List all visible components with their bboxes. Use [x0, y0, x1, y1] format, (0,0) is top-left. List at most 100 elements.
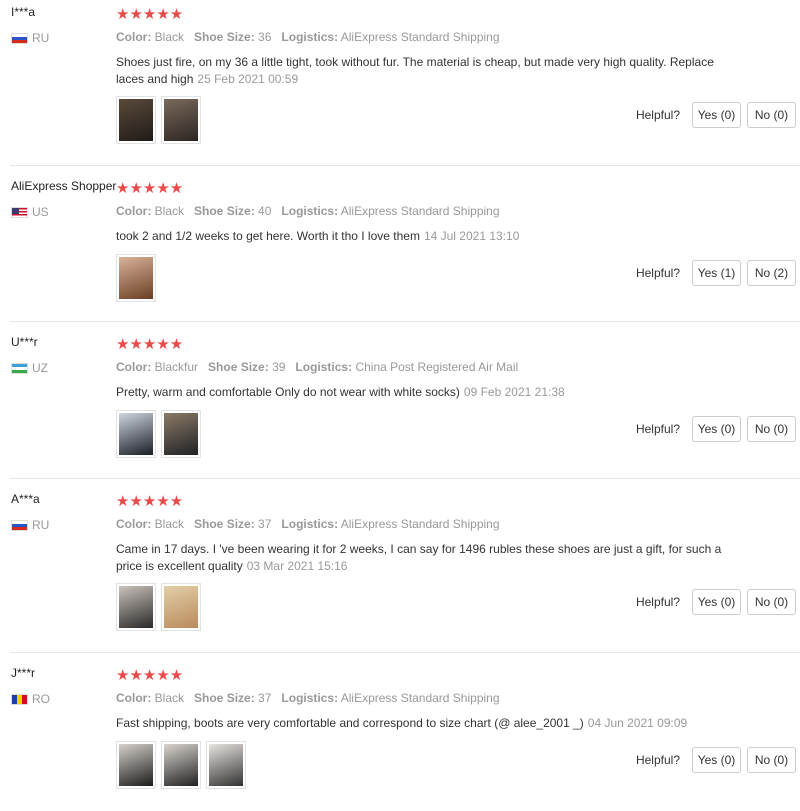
attr-label-logistics: Logistics: — [281, 30, 339, 44]
star-rating: ★★★★★ — [116, 667, 184, 684]
review-photos — [116, 254, 156, 302]
flag-icon — [11, 32, 28, 44]
review-item: AliExpress Shopper US ★★★★★ Color: Black Sho… — [0, 174, 800, 324]
review-photos — [116, 410, 201, 458]
helpful-yes-button[interactable]: Yes (0) — [692, 102, 741, 128]
attr-value-color: Black — [154, 204, 185, 218]
reviewer-name: J***r — [11, 666, 36, 680]
product-attributes: Color: Black Shoe Size: 40 Logistics: AliE… — [116, 204, 510, 218]
country-code: RU — [32, 518, 50, 532]
attr-label-color: Color: — [116, 691, 152, 705]
review-date: 14 Jul 2021 13:10 — [423, 229, 520, 243]
helpful-controls: Helpful? Yes (0) No (0) — [636, 416, 796, 442]
country-code: RU — [32, 31, 50, 45]
reviewer-name: AliExpress Shopper — [11, 179, 117, 193]
review-text: Pretty, warm and comfortable Only do not… — [116, 384, 726, 401]
review-item: J***r RO ★★★★★ Color: Black Shoe Size: 37 Log… — [0, 661, 800, 811]
attr-label-logistics: Logistics: — [281, 691, 339, 705]
boot-photo-thumbnail[interactable] — [116, 96, 156, 144]
helpful-label: Helpful? — [635, 266, 680, 280]
product-attributes: Color: Black Shoe Size: 36 Logistics: AliE… — [116, 30, 510, 44]
attr-value-logistics: China Post Registered Air Mail — [355, 360, 519, 374]
review-text: Came in 17 days. I 've been wearing it f… — [116, 541, 726, 575]
country-code: RO — [32, 692, 50, 706]
flag-icon — [11, 519, 28, 531]
helpful-controls: Helpful? Yes (0) No (0) — [636, 747, 796, 773]
attr-label-logistics: Logistics: — [281, 517, 339, 531]
star-rating: ★★★★★ — [116, 6, 184, 23]
review-photos — [116, 583, 201, 631]
review-body: Pretty, warm and comfortable Only do not… — [116, 385, 460, 399]
helpful-label: Helpful? — [635, 108, 680, 122]
selfie-photo-thumbnail[interactable] — [116, 254, 156, 302]
attr-value-color: Black — [154, 517, 185, 531]
boot-photo-thumbnail[interactable] — [161, 96, 201, 144]
boot-photo-thumbnail[interactable] — [206, 741, 246, 789]
helpful-yes-button[interactable]: Yes (0) — [692, 416, 741, 442]
helpful-yes-button[interactable]: Yes (0) — [692, 747, 741, 773]
attr-value-color: Blackfur — [154, 360, 199, 374]
attr-label-shoe-size: Shoe Size: — [208, 360, 269, 374]
boot-photo-thumbnail[interactable] — [116, 410, 156, 458]
attr-label-logistics: Logistics: — [281, 204, 339, 218]
review-body: Fast shipping, boots are very comfortabl… — [116, 716, 584, 730]
attr-label-shoe-size: Shoe Size: — [194, 517, 255, 531]
helpful-controls: Helpful? Yes (0) No (0) — [636, 589, 796, 615]
review-item: A***a RU ★★★★★ Color: Black Shoe Size: 37 Log… — [0, 487, 800, 637]
boot-photo-thumbnail[interactable] — [116, 583, 156, 631]
product-attributes: Color: Black Shoe Size: 37 Logistics: AliE… — [116, 517, 510, 531]
review-item: I***a RU ★★★★★ Color: Black Shoe Size: 36 Log… — [0, 0, 800, 150]
helpful-no-button[interactable]: No (0) — [747, 589, 796, 615]
review-divider — [10, 652, 800, 653]
helpful-yes-button[interactable]: Yes (1) — [692, 260, 741, 286]
country-code: UZ — [32, 361, 48, 375]
review-divider — [10, 165, 800, 166]
attr-value-shoe-size: 37 — [258, 691, 272, 705]
reviewer-name: U***r — [11, 335, 38, 349]
review-item: U***r UZ ★★★★★ Color: Blackfur Shoe Size: 39… — [0, 330, 800, 480]
reviewer-country: UZ — [11, 361, 48, 375]
helpful-controls: Helpful? Yes (0) No (0) — [636, 102, 796, 128]
country-code: US — [32, 205, 49, 219]
reviewer-country: US — [11, 205, 49, 219]
reviewer-name: I***a — [11, 5, 36, 19]
attr-label-shoe-size: Shoe Size: — [194, 204, 255, 218]
boot-photo-thumbnail[interactable] — [116, 741, 156, 789]
boot-photo-thumbnail[interactable] — [161, 583, 201, 631]
review-text: took 2 and 1/2 weeks to get here. Worth … — [116, 228, 726, 245]
helpful-no-button[interactable]: No (0) — [747, 747, 796, 773]
helpful-no-button[interactable]: No (0) — [747, 102, 796, 128]
helpful-no-button[interactable]: No (0) — [747, 416, 796, 442]
product-attributes: Color: Blackfur Shoe Size: 39 Logistics: C… — [116, 360, 528, 374]
reviewer-country: RU — [11, 31, 49, 45]
review-divider — [10, 321, 800, 322]
reviewer-country: RO — [11, 692, 50, 706]
attr-value-shoe-size: 39 — [272, 360, 286, 374]
attr-value-shoe-size: 36 — [258, 30, 272, 44]
helpful-label: Helpful? — [635, 595, 680, 609]
review-body: Came in 17 days. I 've been wearing it f… — [116, 542, 722, 573]
review-date: 03 Mar 2021 15:16 — [246, 559, 348, 573]
attr-label-color: Color: — [116, 30, 152, 44]
attr-value-logistics: AliExpress Standard Shipping — [340, 517, 500, 531]
boot-photo-thumbnail[interactable] — [161, 741, 201, 789]
attr-label-color: Color: — [116, 360, 152, 374]
flag-icon — [11, 693, 28, 705]
attr-label-shoe-size: Shoe Size: — [194, 30, 255, 44]
helpful-controls: Helpful? Yes (1) No (2) — [636, 260, 796, 286]
attr-value-color: Black — [154, 691, 185, 705]
attr-value-shoe-size: 37 — [258, 517, 272, 531]
helpful-yes-button[interactable]: Yes (0) — [692, 589, 741, 615]
reviewer-country: RU — [11, 518, 49, 532]
review-divider — [10, 478, 800, 479]
review-text: Fast shipping, boots are very comfortabl… — [116, 715, 726, 732]
helpful-label: Helpful? — [635, 422, 680, 436]
review-date: 25 Feb 2021 00:59 — [197, 72, 299, 86]
helpful-no-button[interactable]: No (2) — [747, 260, 796, 286]
attr-value-color: Black — [154, 30, 185, 44]
review-body: took 2 and 1/2 weeks to get here. Worth … — [116, 229, 420, 243]
boot-photo-thumbnail[interactable] — [161, 410, 201, 458]
flag-icon — [11, 206, 28, 218]
star-rating: ★★★★★ — [116, 180, 184, 197]
star-rating: ★★★★★ — [116, 336, 184, 353]
